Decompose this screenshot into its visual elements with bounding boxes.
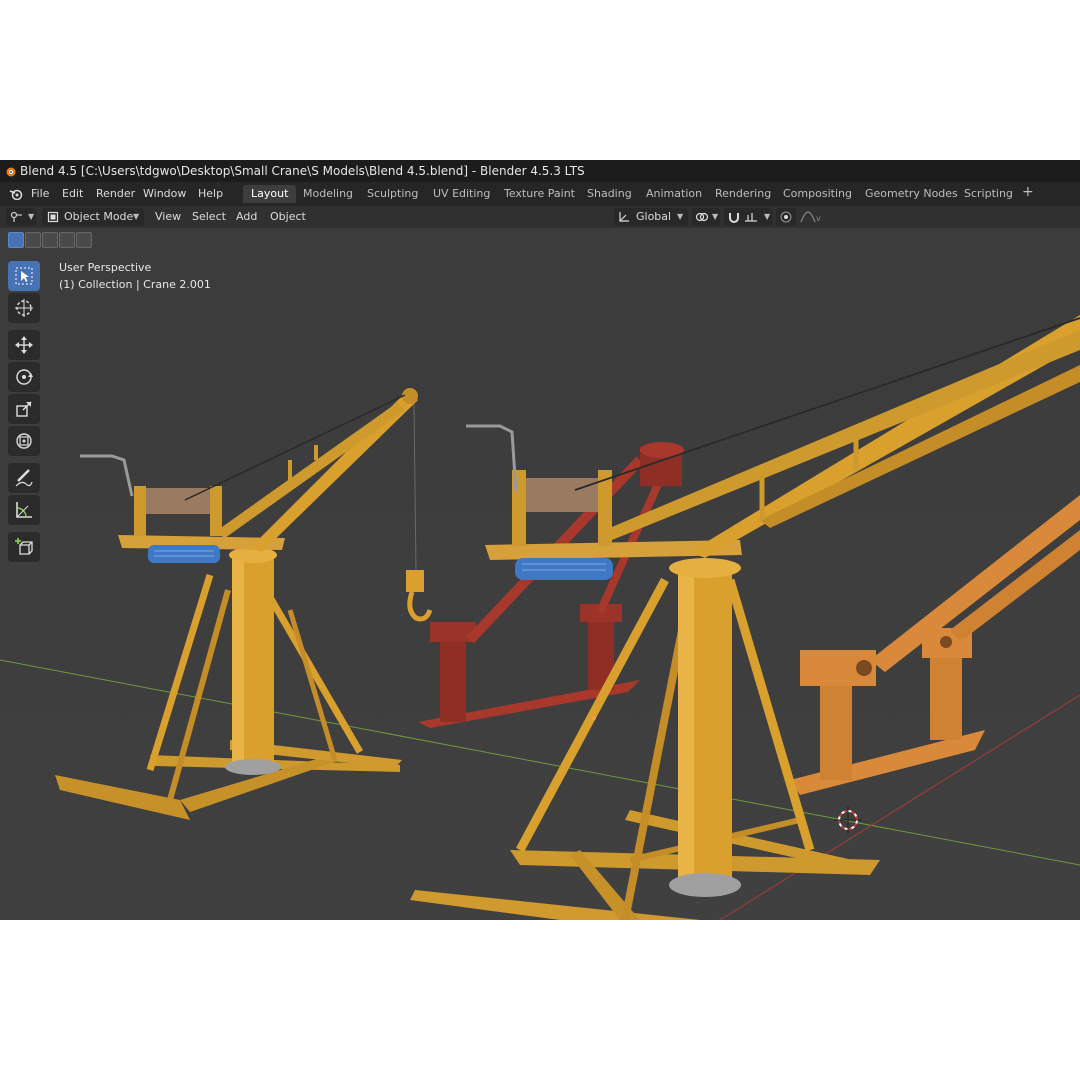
rotate-icon: [16, 369, 33, 385]
orientation-icon: [619, 212, 629, 222]
mode-dropdown[interactable]: Object Mode ▼: [42, 208, 144, 226]
transform-orientation-dropdown[interactable]: Global ▼: [614, 208, 688, 226]
object-origin-icon: [592, 716, 596, 720]
menu-view[interactable]: View: [155, 210, 181, 224]
viewport-3d[interactable]: [0, 160, 1080, 920]
mode-label: Object Mode: [64, 210, 134, 223]
tab-layout[interactable]: Layout: [243, 185, 297, 203]
tool-scale[interactable]: [8, 394, 40, 424]
tool-add-cube[interactable]: [8, 532, 40, 562]
snap-dropdown[interactable]: ▼: [724, 208, 772, 226]
tab-shading[interactable]: Shading: [579, 185, 640, 203]
select-extend-icon[interactable]: [25, 232, 41, 248]
tab-geometry-nodes[interactable]: Geometry Nodes: [857, 185, 966, 203]
snap-increment-icon: [745, 213, 757, 222]
menu-edit[interactable]: Edit: [62, 187, 83, 201]
add-workspace-icon[interactable]: +: [1022, 184, 1034, 200]
tool-measure[interactable]: [8, 495, 40, 525]
proportional-edit-icon: [780, 211, 792, 223]
pivot-icon: [695, 212, 709, 222]
proportional-edit-button[interactable]: [776, 208, 796, 226]
tab-sculpting[interactable]: Sculpting: [359, 185, 426, 203]
window-title: Blend 4.5 [C:\Users\tdgwo\Desktop\Small …: [20, 164, 585, 178]
orientation-label: Global: [636, 210, 672, 223]
tab-animation[interactable]: Animation: [638, 185, 710, 203]
chevron-down-icon: ▼: [764, 212, 771, 221]
tool-move[interactable]: [8, 330, 40, 360]
chevron-down-icon: ▼: [28, 212, 35, 221]
annotate-icon: [15, 469, 33, 487]
tab-rendering[interactable]: Rendering: [707, 185, 779, 203]
falloff-icon[interactable]: v: [800, 211, 822, 223]
title-bar: Blend 4.5 [C:\Users\tdgwo\Desktop\Small …: [0, 160, 1080, 182]
menu-select[interactable]: Select: [192, 210, 226, 224]
tool-select-box[interactable]: [8, 261, 40, 291]
tool-rotate[interactable]: [8, 362, 40, 392]
select-box-icon: [15, 267, 33, 285]
menu-file[interactable]: File: [31, 187, 49, 201]
pivot-dropdown[interactable]: ▼: [692, 208, 720, 226]
blender-window: Blend 4.5 [C:\Users\tdgwo\Desktop\Small …: [0, 160, 1080, 920]
tool-transform[interactable]: [8, 426, 40, 456]
viewport-header: ▼ Object Mode ▼ View Select Add Object G…: [0, 206, 1080, 228]
tab-compositing[interactable]: Compositing: [775, 185, 860, 203]
chevron-down-icon: ▼: [712, 212, 719, 221]
viewport-collection-label: (1) Collection | Crane 2.001: [59, 278, 211, 291]
menu-render[interactable]: Render: [96, 187, 135, 201]
cursor-icon: [15, 299, 33, 317]
svg-text:v: v: [816, 214, 821, 223]
transform-icon: [16, 433, 32, 449]
select-intersect-icon[interactable]: [76, 232, 92, 248]
select-invert-icon[interactable]: [59, 232, 75, 248]
add-cube-icon: [15, 538, 33, 555]
chevron-down-icon: ▼: [677, 212, 684, 221]
viewport-perspective-label: User Perspective: [59, 261, 152, 274]
menu-help[interactable]: Help: [198, 187, 223, 201]
tab-texture-paint[interactable]: Texture Paint: [496, 185, 583, 203]
tool-annotate[interactable]: [8, 463, 40, 493]
object-mode-icon: [47, 211, 59, 223]
menu-add[interactable]: Add: [236, 210, 257, 224]
menu-window[interactable]: Window: [143, 187, 186, 201]
tool-cursor[interactable]: [8, 293, 40, 323]
move-icon: [15, 336, 33, 354]
menu-bar: File Edit Render Window Help Layout Mode…: [0, 182, 1080, 206]
measure-icon: [16, 502, 32, 518]
chevron-down-icon: ▼: [133, 212, 140, 221]
tab-scripting[interactable]: Scripting: [956, 185, 1021, 203]
select-new-icon[interactable]: [8, 232, 24, 248]
scale-icon: [16, 401, 32, 417]
blender-logo-icon: [6, 167, 16, 177]
viewport-editor-icon: [10, 211, 22, 222]
blender-menu-icon[interactable]: [9, 188, 23, 200]
editor-type-button[interactable]: ▼: [6, 208, 36, 226]
tab-modeling[interactable]: Modeling: [295, 185, 361, 203]
magnet-icon: [729, 213, 739, 223]
menu-object[interactable]: Object: [270, 210, 306, 224]
tab-uv-editing[interactable]: UV Editing: [425, 185, 498, 203]
select-subtract-icon[interactable]: [42, 232, 58, 248]
